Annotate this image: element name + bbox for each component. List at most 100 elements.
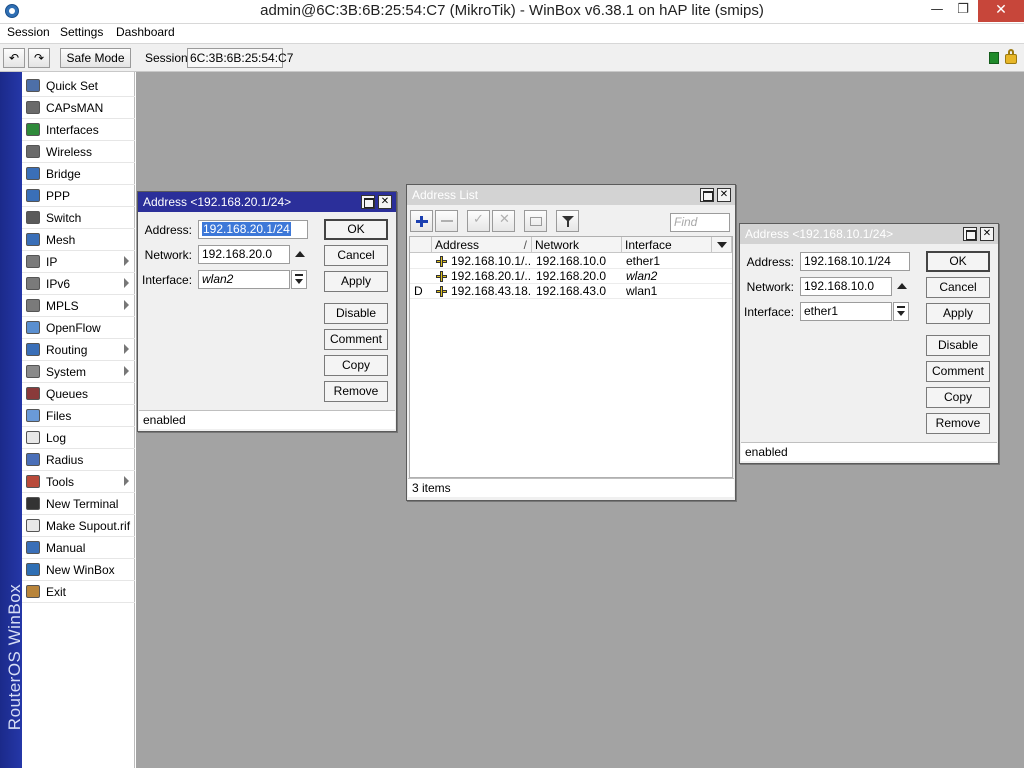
remove-button[interactable]: Remove [324, 381, 388, 402]
minimize-button[interactable]: — [924, 0, 950, 22]
check-icon: ✓ [473, 212, 484, 227]
table-row[interactable]: 192.168.10.1/... 192.168.10.0 ether1 [410, 254, 732, 269]
sidebar-item-exit[interactable]: Exit [22, 581, 135, 603]
find-input[interactable]: Find [670, 213, 730, 232]
maximize-icon[interactable] [700, 188, 714, 202]
maximize-icon[interactable] [963, 227, 977, 241]
sidebar-item-routing[interactable]: Routing [22, 339, 135, 361]
comment-button[interactable]: Comment [926, 361, 990, 382]
x-icon: ✕ [499, 212, 510, 227]
sidebar-item-log[interactable]: Log [22, 427, 135, 449]
sidebar-item-make-supout-rif[interactable]: Make Supout.rif [22, 515, 135, 537]
network-toggle-up-icon[interactable] [897, 283, 907, 289]
comment-icon-button[interactable] [524, 210, 547, 232]
sidebar-item-label: New WinBox [46, 563, 115, 577]
cancel-button[interactable]: Cancel [324, 245, 388, 266]
ppp-icon [26, 189, 40, 202]
address-list-titlebar[interactable]: Address List [407, 185, 735, 205]
undo-icon: ↶ [8, 51, 20, 65]
ok-button[interactable]: OK [324, 219, 388, 240]
apply-button[interactable]: Apply [926, 303, 990, 324]
safe-mode-button[interactable]: Safe Mode [60, 48, 131, 68]
address-list-window[interactable]: Address List ✕ ✓ ✕ Find Address / Networ… [406, 184, 736, 501]
interface-select[interactable]: wlan2 [198, 270, 290, 289]
table-row[interactable]: 192.168.20.1/... 192.168.20.0 wlan2 [410, 269, 732, 284]
submenu-arrow-icon [124, 476, 129, 486]
address-dialog-192-168-20-1[interactable]: Address <192.168.20.1/24> ✕ Address: 192… [137, 191, 397, 432]
close-icon[interactable]: ✕ [980, 227, 994, 241]
close-button[interactable]: ✕ [978, 0, 1024, 22]
ip-icon [26, 255, 40, 268]
network-toggle-up-icon[interactable] [295, 251, 305, 257]
sidebar-item-queues[interactable]: Queues [22, 383, 135, 405]
disable-icon-button[interactable]: ✕ [492, 210, 515, 232]
ok-button[interactable]: OK [926, 251, 990, 272]
dialog-titlebar[interactable]: Address <192.168.10.1/24> [740, 224, 998, 244]
network-input[interactable]: 192.168.10.0 [800, 277, 892, 296]
sidebar-item-wireless[interactable]: Wireless [22, 141, 135, 163]
disable-button[interactable]: Disable [324, 303, 388, 324]
sidebar-item-openflow[interactable]: OpenFlow [22, 317, 135, 339]
sidebar-item-interfaces[interactable]: Interfaces [22, 119, 135, 141]
queues-icon [26, 387, 40, 400]
lock-icon [1005, 49, 1017, 64]
enable-button[interactable]: ✓ [467, 210, 490, 232]
menu-session[interactable]: Session [7, 25, 50, 39]
disable-button[interactable]: Disable [926, 335, 990, 356]
sidebar-item-new-terminal[interactable]: New Terminal [22, 493, 135, 515]
interface-select[interactable]: ether1 [800, 302, 892, 321]
remove-icon-button[interactable] [435, 210, 458, 232]
close-icon[interactable]: ✕ [717, 188, 731, 202]
sidebar-item-label: Radius [46, 453, 84, 467]
terminal-icon [26, 497, 40, 510]
comment-button[interactable]: Comment [324, 329, 388, 350]
sidebar-item-new-winbox[interactable]: New WinBox [22, 559, 135, 581]
sidebar-item-capsman[interactable]: CAPsMAN [22, 97, 135, 119]
maximize-button[interactable]: ❐ [950, 0, 976, 22]
close-icon[interactable]: ✕ [378, 195, 392, 209]
session-field[interactable]: 6C:3B:6B:25:54:C7 [187, 48, 293, 68]
menu-settings[interactable]: Settings [60, 25, 103, 39]
dialog-status: enabled [139, 410, 395, 429]
undo-button[interactable]: ↶ [3, 48, 25, 68]
window-titlebar[interactable]: admin@6C:3B:6B:25:54:C7 (MikroTik) - Win… [0, 0, 1024, 24]
apply-button[interactable]: Apply [324, 271, 388, 292]
maximize-icon[interactable] [361, 195, 375, 209]
sidebar-item-radius[interactable]: Radius [22, 449, 135, 471]
sidebar-item-files[interactable]: Files [22, 405, 135, 427]
sidebar-item-mpls[interactable]: MPLS [22, 295, 135, 317]
interface-label: Interface: [142, 273, 193, 287]
sidebar-item-system[interactable]: System [22, 361, 135, 383]
add-button[interactable] [410, 210, 433, 232]
remove-button[interactable]: Remove [926, 413, 990, 434]
sidebar-item-quick-set[interactable]: Quick Set [22, 75, 135, 97]
filter-button[interactable] [556, 210, 579, 232]
interface-dropdown-icon[interactable] [893, 302, 909, 321]
redo-button[interactable]: ↷ [28, 48, 50, 68]
sidebar-item-mesh[interactable]: Mesh [22, 229, 135, 251]
address-dialog-192-168-10-1[interactable]: Address <192.168.10.1/24> ✕ Address: 192… [739, 223, 999, 464]
sidebar-item-label: OpenFlow [46, 321, 101, 335]
cancel-button[interactable]: Cancel [926, 277, 990, 298]
flag-column-header[interactable] [410, 237, 432, 253]
columns-menu-button[interactable] [712, 237, 732, 253]
dialog-titlebar[interactable]: Address <192.168.20.1/24> [138, 192, 396, 212]
column-interface[interactable]: Interface [622, 237, 712, 253]
interface-dropdown-icon[interactable] [291, 270, 307, 289]
sidebar-item-ppp[interactable]: PPP [22, 185, 135, 207]
sidebar-item-ipv6[interactable]: IPv6 [22, 273, 135, 295]
sidebar-item-tools[interactable]: Tools [22, 471, 135, 493]
column-network[interactable]: Network [532, 237, 622, 253]
address-input[interactable]: 192.168.20.1/24 [198, 220, 308, 239]
sidebar-item-ip[interactable]: IP [22, 251, 135, 273]
column-address[interactable]: Address / [432, 237, 532, 253]
sidebar-item-switch[interactable]: Switch [22, 207, 135, 229]
table-row[interactable]: D 192.168.43.18... 192.168.43.0 wlan1 [410, 284, 732, 299]
copy-button[interactable]: Copy [926, 387, 990, 408]
sidebar-item-manual[interactable]: Manual [22, 537, 135, 559]
address-input[interactable]: 192.168.10.1/24 [800, 252, 910, 271]
copy-button[interactable]: Copy [324, 355, 388, 376]
menu-dashboard[interactable]: Dashboard [116, 25, 175, 39]
network-input[interactable]: 192.168.20.0 [198, 245, 290, 264]
sidebar-item-bridge[interactable]: Bridge [22, 163, 135, 185]
